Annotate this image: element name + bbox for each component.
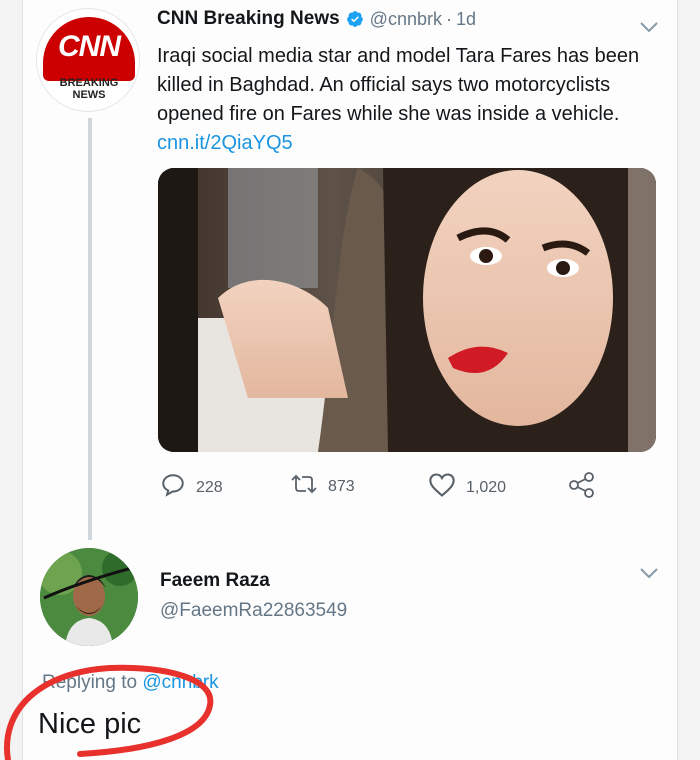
reply-avatar[interactable] <box>40 548 138 646</box>
reply-author-handle[interactable]: @FaeemRa22863549 <box>160 600 347 622</box>
share-action[interactable] <box>568 472 606 503</box>
separator-dot: · <box>445 8 452 29</box>
like-action[interactable]: 1,020 <box>428 472 506 503</box>
cnn-line2: NEWS <box>72 89 106 101</box>
cnn-line1: BREAKING <box>59 77 119 89</box>
reply-avatar-illustration <box>40 548 138 646</box>
reply-action[interactable]: 228 <box>160 472 223 503</box>
thread-line <box>88 118 92 540</box>
tweet-actions: 228 873 1,020 <box>158 472 618 502</box>
replying-to-handle[interactable]: @cnnbrk <box>142 672 218 693</box>
chevron-down-icon[interactable] <box>638 20 660 34</box>
replying-label: Replying to <box>42 672 138 693</box>
photo-illustration <box>158 168 656 452</box>
verified-badge-icon <box>346 10 364 28</box>
retweet-action[interactable]: 873 <box>290 472 355 501</box>
author-name[interactable]: CNN Breaking News <box>157 8 340 30</box>
tweet-header: CNN Breaking News @cnnbrk · 1d <box>157 8 476 30</box>
share-icon <box>568 472 606 503</box>
tweet-text: Iraqi social media star and model Tara F… <box>157 45 640 125</box>
cnn-logo-text: CNN <box>58 30 121 63</box>
tweet-body: Iraqi social media star and model Tara F… <box>157 42 657 158</box>
retweet-count: 873 <box>328 477 355 495</box>
tweet-photo[interactable] <box>158 168 656 452</box>
chevron-down-icon[interactable] <box>638 566 660 580</box>
reply-author-name[interactable]: Faeem Raza <box>160 570 270 592</box>
cnn-breaking-news-label: BREAKING NEWS <box>37 77 139 101</box>
tweet-timestamp[interactable]: 1d <box>456 9 476 30</box>
cnn-logo-background: CNN <box>43 17 135 81</box>
tweet-link[interactable]: cnn.it/2QiaYQ5 <box>157 132 293 154</box>
like-icon <box>428 472 466 503</box>
reply-count: 228 <box>196 478 223 496</box>
replying-to: Replying to @cnnbrk <box>42 672 219 694</box>
reply-text: Nice pic <box>38 708 142 740</box>
like-count: 1,020 <box>466 478 507 496</box>
author-handle[interactable]: @cnnbrk <box>370 9 442 30</box>
retweet-icon <box>290 472 328 501</box>
reply-icon <box>160 472 196 503</box>
cnn-avatar[interactable]: CNN BREAKING NEWS <box>36 8 140 112</box>
